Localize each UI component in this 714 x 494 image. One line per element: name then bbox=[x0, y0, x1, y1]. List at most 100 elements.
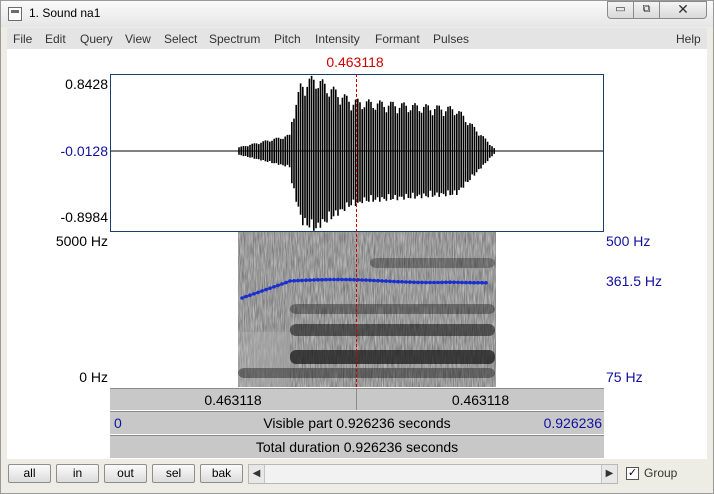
cursor-line bbox=[356, 74, 357, 387]
zoom-in-button[interactable]: in bbox=[56, 464, 99, 483]
pitch-point bbox=[452, 280, 456, 285]
pitch-point bbox=[328, 277, 332, 282]
menu-pulses[interactable]: Pulses bbox=[433, 32, 469, 46]
scroll-right-icon[interactable]: ▶ bbox=[601, 465, 617, 483]
title-bar: 1. Sound na1 ▭ ⧉ ✕ bbox=[1, 1, 713, 27]
pitch-point bbox=[252, 292, 256, 296]
pitch-point bbox=[384, 279, 388, 283]
zoom-out-button[interactable]: out bbox=[104, 464, 147, 483]
pitch-point bbox=[336, 277, 340, 282]
menu-select[interactable]: Select bbox=[164, 32, 197, 46]
pitch-point bbox=[364, 278, 368, 282]
pitch-point bbox=[284, 280, 288, 285]
visible-part-label: Visible part 0.926236 seconds bbox=[263, 415, 451, 431]
pitch-point bbox=[308, 278, 312, 282]
group-checkbox[interactable]: ✓ bbox=[626, 467, 639, 480]
zoom-all-button[interactable]: all bbox=[8, 464, 51, 483]
spectrogram-max-freq-label: 5000 Hz bbox=[55, 233, 108, 249]
pitch-point bbox=[432, 280, 436, 285]
pitch-point bbox=[460, 280, 464, 285]
menu-pitch[interactable]: Pitch bbox=[274, 32, 301, 46]
menu-file[interactable]: File bbox=[13, 32, 32, 46]
visible-part-bar[interactable]: 0 Visible part 0.926236 seconds 0.926236 bbox=[110, 411, 604, 434]
pitch-point bbox=[448, 280, 452, 284]
menu-spectrum[interactable]: Spectrum bbox=[209, 32, 260, 46]
formant-band bbox=[290, 350, 495, 364]
pitch-point bbox=[272, 285, 276, 289]
pitch-point bbox=[244, 294, 248, 299]
pitch-point bbox=[404, 280, 408, 284]
formant-band bbox=[238, 368, 495, 378]
pitch-point bbox=[408, 280, 412, 284]
zoom-back-button[interactable]: bak bbox=[200, 464, 243, 483]
pitch-point bbox=[380, 279, 384, 283]
pitch-point bbox=[344, 277, 348, 282]
pitch-point bbox=[292, 279, 296, 283]
pitch-point bbox=[260, 289, 264, 293]
selection-left-segment[interactable]: 0.463118 bbox=[110, 388, 357, 410]
pitch-point bbox=[312, 278, 316, 282]
waveform-mid-label: -0.0128 bbox=[60, 143, 108, 159]
formant-band bbox=[370, 258, 495, 268]
horizontal-scrollbar[interactable]: ◀ ▶ bbox=[248, 464, 618, 484]
pitch-point bbox=[464, 280, 468, 285]
menu-view[interactable]: View bbox=[125, 32, 151, 46]
group-label: Group bbox=[644, 466, 678, 480]
pitch-point bbox=[444, 280, 448, 285]
pitch-point bbox=[348, 277, 352, 282]
pitch-point bbox=[240, 296, 244, 300]
pitch-point bbox=[388, 279, 392, 284]
pitch-value-label: 361.5 Hz bbox=[606, 273, 663, 289]
pitch-point bbox=[476, 280, 480, 285]
pitch-point bbox=[376, 278, 380, 283]
window-title: 1. Sound na1 bbox=[29, 6, 101, 20]
spectrogram-panel[interactable] bbox=[110, 232, 604, 387]
pitch-point bbox=[340, 277, 344, 282]
pitch-point bbox=[332, 277, 336, 282]
pitch-point bbox=[360, 278, 364, 282]
spectrogram-graphic bbox=[238, 232, 496, 387]
total-duration-bar[interactable]: Total duration 0.926236 seconds bbox=[110, 435, 604, 458]
pitch-point bbox=[400, 280, 404, 284]
pitch-point bbox=[480, 280, 484, 285]
minimize-button[interactable]: ▭ bbox=[607, 1, 634, 19]
waveform-trace bbox=[238, 75, 495, 231]
visible-end-label: 0.926236 bbox=[543, 415, 602, 431]
visible-start-label: 0 bbox=[114, 415, 122, 431]
menu-formant[interactable]: Formant bbox=[375, 32, 420, 46]
app-icon bbox=[8, 7, 22, 21]
waveform-min-label: -0.8984 bbox=[60, 209, 108, 225]
scroll-left-icon[interactable]: ◀ bbox=[249, 465, 265, 483]
pitch-point bbox=[424, 280, 428, 285]
pitch-point bbox=[472, 280, 476, 285]
pitch-point bbox=[288, 279, 292, 283]
pitch-point bbox=[304, 278, 308, 282]
pitch-point bbox=[392, 279, 396, 284]
pitch-point bbox=[468, 280, 472, 285]
menu-edit[interactable]: Edit bbox=[45, 32, 66, 46]
pitch-point bbox=[368, 278, 372, 283]
maximize-button[interactable]: ⧉ bbox=[633, 1, 660, 19]
menu-help[interactable]: Help bbox=[676, 32, 701, 46]
pitch-point bbox=[396, 279, 400, 284]
pitch-point bbox=[268, 286, 272, 290]
pitch-point bbox=[372, 278, 376, 283]
menu-query[interactable]: Query bbox=[80, 32, 113, 46]
pitch-ceiling-label: 500 Hz bbox=[606, 233, 651, 249]
waveform-max-label: 0.8428 bbox=[65, 76, 108, 92]
pitch-point bbox=[324, 277, 328, 282]
menu-intensity[interactable]: Intensity bbox=[315, 32, 360, 46]
selection-right-segment[interactable]: 0.463118 bbox=[357, 388, 604, 410]
pitch-point bbox=[484, 281, 488, 285]
formant-band bbox=[290, 304, 495, 314]
spectrogram-min-freq-label: 0 Hz bbox=[79, 369, 108, 385]
waveform-graphic bbox=[111, 75, 603, 231]
zoom-selection-button[interactable]: sel bbox=[152, 464, 195, 483]
waveform-panel[interactable] bbox=[110, 74, 604, 232]
close-button[interactable]: ✕ bbox=[659, 1, 707, 19]
menu-bar: File Edit Query View Select Spectrum Pit… bbox=[7, 28, 707, 49]
pitch-point bbox=[296, 278, 300, 283]
pitch-point bbox=[436, 280, 440, 285]
pitch-point bbox=[248, 293, 252, 297]
pitch-point bbox=[420, 280, 424, 285]
